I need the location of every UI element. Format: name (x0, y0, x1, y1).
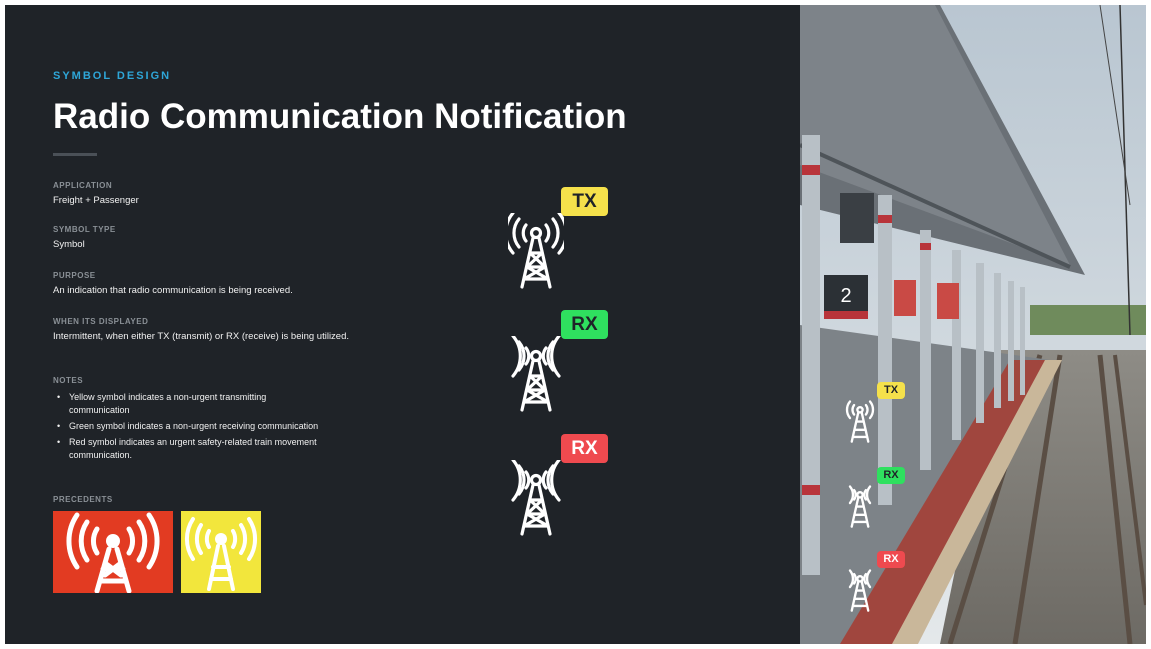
overlay-radio-tower-transmit-icon (843, 398, 877, 444)
symbol-type-value: Symbol (53, 239, 85, 250)
purpose-value: An indication that radio communication i… (53, 285, 293, 296)
purpose-label: PURPOSE (53, 271, 96, 280)
overlay-rx-green-badge: RX (877, 467, 905, 484)
title-divider (53, 153, 97, 156)
yellow-radio-tower-icon (181, 511, 261, 593)
page-title: Radio Communication Notification (53, 97, 627, 136)
rx-badge-green: RX (561, 310, 608, 339)
when-displayed-label: WHEN ITS DISPLAYED (53, 317, 149, 326)
notes-label: NOTES (53, 376, 84, 385)
precedent-red-radio-icon (53, 511, 173, 593)
red-radio-tower-icon (53, 511, 173, 593)
tx-badge-yellow: TX (561, 187, 608, 216)
note-item: Yellow symbol indicates a non-urgent tra… (53, 391, 323, 417)
note-item: Red symbol indicates an urgent safety-re… (53, 436, 323, 462)
rx-badge-red: RX (561, 434, 608, 463)
info-panel: SYMBOL DESIGN Radio Communication Notifi… (5, 5, 800, 644)
overlay-radio-tower-receive-icon (843, 483, 877, 529)
radio-tower-transmit-icon (508, 213, 564, 291)
slide: SYMBOL DESIGN Radio Communication Notifi… (5, 5, 1146, 644)
overlay-radio-tower-urgent-icon (843, 567, 877, 613)
symbol-type-label: SYMBOL TYPE (53, 225, 116, 234)
eyebrow-label: SYMBOL DESIGN (53, 70, 172, 82)
when-displayed-value: Intermittent, when either TX (transmit) … (53, 331, 350, 342)
overlay-tx-badge: TX (877, 382, 905, 399)
radio-tower-urgent-receive-icon (508, 460, 564, 538)
platform-number-sign: 2 (840, 285, 851, 307)
overlay-rx-red-badge: RX (877, 551, 905, 568)
note-item: Green symbol indicates a non-urgent rece… (53, 420, 323, 433)
application-label: APPLICATION (53, 181, 113, 190)
notes-list: Yellow symbol indicates a non-urgent tra… (53, 391, 323, 465)
radio-tower-receive-icon (508, 336, 564, 414)
railway-platform-photo: 2 TX RX RX (800, 5, 1146, 644)
precedent-yellow-radio-icon (181, 511, 261, 593)
precedents-label: PRECEDENTS (53, 495, 113, 504)
application-value: Freight + Passenger (53, 195, 139, 206)
platform-scene: 2 (800, 5, 1146, 644)
